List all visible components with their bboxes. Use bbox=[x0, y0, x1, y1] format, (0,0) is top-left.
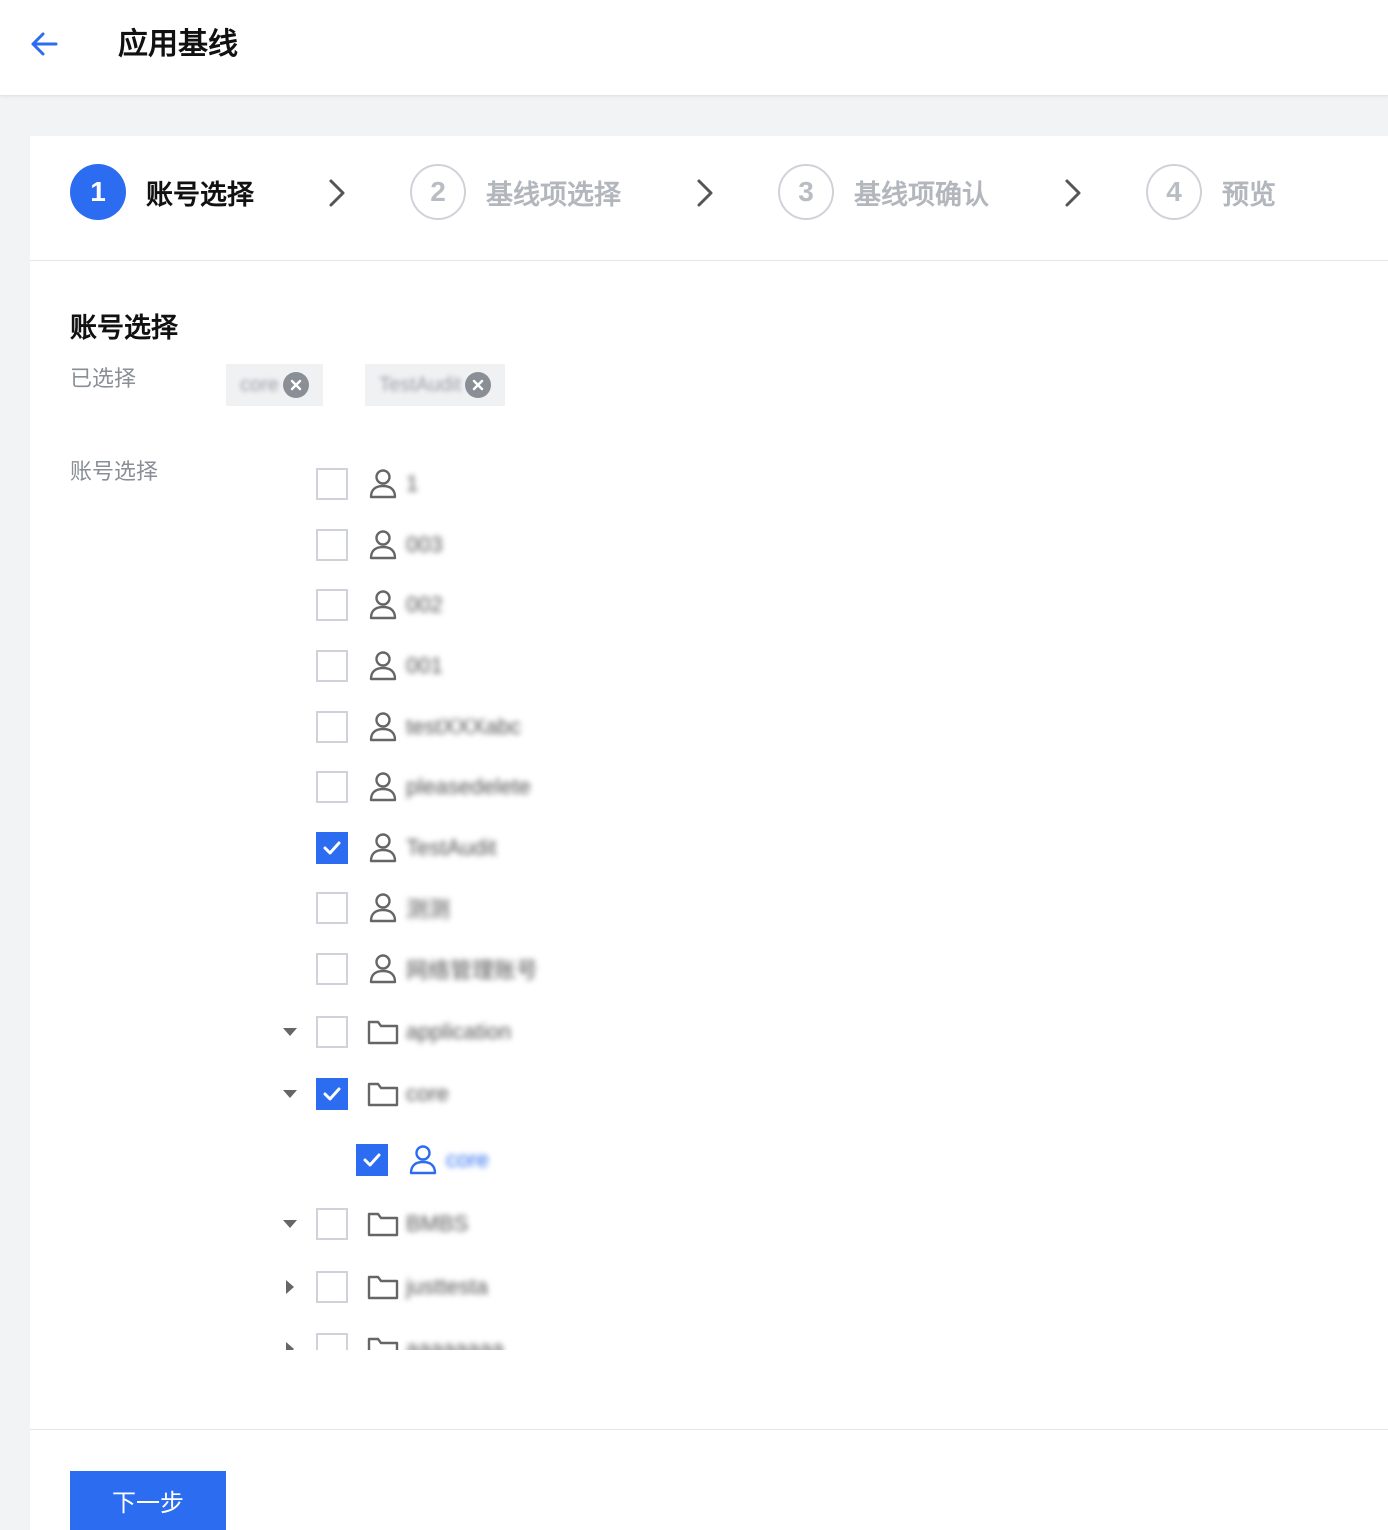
step-label: 基线项选择 bbox=[486, 179, 621, 210]
step-baseline-item-select[interactable]: 2 基线项选择 bbox=[410, 164, 621, 220]
selected-tag: core bbox=[226, 364, 323, 406]
section-title: 账号选择 bbox=[70, 313, 178, 343]
tree-checkbox[interactable] bbox=[316, 589, 348, 621]
tree-checkbox[interactable] bbox=[316, 1333, 348, 1350]
tree-checkbox[interactable] bbox=[316, 1271, 348, 1303]
tree-node-label: pleasedelete bbox=[406, 774, 531, 799]
user-icon bbox=[366, 710, 400, 744]
close-icon[interactable] bbox=[282, 372, 309, 398]
tree-user-node[interactable]: testXXXabc bbox=[316, 709, 521, 745]
step-label: 账号选择 bbox=[146, 179, 254, 210]
tree-user-node[interactable]: core bbox=[356, 1142, 489, 1178]
step-number: 3 bbox=[778, 164, 834, 220]
caret-down-icon[interactable] bbox=[280, 1084, 300, 1104]
back-arrow-icon[interactable] bbox=[26, 26, 62, 62]
tree-folder-node[interactable]: core bbox=[283, 1076, 449, 1112]
tree-node-label: justtesta bbox=[406, 1274, 488, 1299]
account-tree-label: 账号选择 bbox=[70, 459, 159, 484]
caret-down-icon[interactable] bbox=[280, 1022, 300, 1042]
step-number: 2 bbox=[410, 164, 466, 220]
tree-checkbox[interactable] bbox=[316, 892, 348, 924]
step-account-select[interactable]: 1 账号选择 bbox=[70, 164, 254, 220]
tree-user-node[interactable]: 网络管理账号 bbox=[316, 951, 538, 987]
tree-checkbox[interactable] bbox=[316, 771, 348, 803]
step-label: 基线项确认 bbox=[854, 179, 989, 210]
tree-checkbox[interactable] bbox=[316, 650, 348, 682]
user-icon bbox=[366, 770, 400, 804]
user-icon bbox=[406, 1143, 440, 1177]
tag-label: TestAudit bbox=[379, 373, 462, 396]
tree-node-label: 测测 bbox=[406, 897, 451, 922]
step-baseline-item-confirm[interactable]: 3 基线项确认 bbox=[778, 164, 989, 220]
caret-right-icon[interactable] bbox=[280, 1339, 300, 1350]
tree-checkbox[interactable] bbox=[356, 1144, 388, 1176]
selected-tag: TestAudit bbox=[365, 364, 506, 406]
close-icon[interactable] bbox=[465, 372, 492, 398]
caret-down-icon[interactable] bbox=[280, 1214, 300, 1234]
tree-checkbox[interactable] bbox=[316, 1208, 348, 1240]
tree-node-label: 003 bbox=[406, 532, 443, 557]
tree-checkbox[interactable] bbox=[316, 1016, 348, 1048]
page-header: 应用基线 bbox=[0, 0, 1388, 96]
tree-user-node[interactable]: TestAudit bbox=[316, 830, 497, 866]
tree-node-label: core bbox=[406, 1081, 449, 1106]
folder-icon bbox=[366, 1077, 400, 1111]
tree-node-label: 1 bbox=[406, 471, 419, 496]
tree-node-label: 001 bbox=[406, 653, 443, 678]
selected-label: 已选择 bbox=[70, 366, 137, 391]
tree-node-label: aaaaaaaa bbox=[406, 1336, 504, 1350]
footer-divider bbox=[30, 1429, 1388, 1430]
tree-user-node[interactable]: 001 bbox=[316, 648, 443, 684]
tree-node-label: TestAudit bbox=[406, 835, 497, 860]
chevron-right-icon bbox=[1065, 179, 1081, 207]
tree-user-node[interactable]: 003 bbox=[316, 527, 443, 563]
folder-icon bbox=[366, 1270, 400, 1304]
user-icon bbox=[366, 831, 400, 865]
step-preview[interactable]: 4 预览 bbox=[1146, 164, 1276, 220]
tree-folder-node[interactable]: application bbox=[283, 1014, 512, 1050]
stepper: 1 账号选择 2 基线项选择 3 基线项确认 4 预览 bbox=[30, 136, 1388, 261]
folder-icon bbox=[366, 1015, 400, 1049]
user-icon bbox=[366, 528, 400, 562]
tree-user-node[interactable]: 1 bbox=[316, 466, 418, 502]
step-number: 1 bbox=[70, 164, 126, 220]
folder-icon bbox=[366, 1332, 400, 1350]
tree-node-label: testXXXabc bbox=[406, 714, 521, 739]
tree-checkbox[interactable] bbox=[316, 953, 348, 985]
user-icon bbox=[366, 952, 400, 986]
tag-label: core bbox=[240, 373, 279, 396]
tree-user-node[interactable]: 002 bbox=[316, 587, 443, 623]
tree-folder-node[interactable]: justtesta bbox=[286, 1269, 488, 1305]
user-icon bbox=[366, 891, 400, 925]
page-title: 应用基线 bbox=[118, 28, 238, 61]
chevron-right-icon bbox=[697, 179, 713, 207]
tree-node-label: core bbox=[446, 1147, 489, 1172]
tree-checkbox[interactable] bbox=[316, 832, 348, 864]
next-button[interactable]: 下一步 bbox=[70, 1471, 226, 1530]
user-icon bbox=[366, 649, 400, 683]
caret-right-icon[interactable] bbox=[280, 1277, 300, 1297]
folder-icon bbox=[366, 1207, 400, 1241]
account-tree: 1 003 002 001 testXXXabc pleasedelete TestAudi… bbox=[250, 454, 1250, 1350]
tree-node-label: BMBS bbox=[406, 1211, 469, 1236]
tree-folder-node[interactable]: aaaaaaaa bbox=[286, 1331, 504, 1350]
user-icon bbox=[366, 467, 400, 501]
tree-node-label: 网络管理账号 bbox=[406, 958, 539, 983]
user-icon bbox=[366, 588, 400, 622]
tree-checkbox[interactable] bbox=[316, 468, 348, 500]
step-label: 预览 bbox=[1222, 179, 1276, 210]
tree-node-label: application bbox=[406, 1019, 512, 1044]
tree-folder-node[interactable]: BMBS bbox=[283, 1206, 469, 1242]
tree-checkbox[interactable] bbox=[316, 529, 348, 561]
tree-user-node[interactable]: pleasedelete bbox=[316, 769, 531, 805]
tree-checkbox[interactable] bbox=[316, 711, 348, 743]
tree-node-label: 002 bbox=[406, 592, 443, 617]
step-number: 4 bbox=[1146, 164, 1202, 220]
tree-user-node[interactable]: 测测 bbox=[316, 890, 450, 926]
main-card: 1 账号选择 2 基线项选择 3 基线项确认 4 预览 账号选择 已选择 cor… bbox=[30, 136, 1388, 1530]
chevron-right-icon bbox=[329, 179, 345, 207]
tree-checkbox[interactable] bbox=[316, 1078, 348, 1110]
